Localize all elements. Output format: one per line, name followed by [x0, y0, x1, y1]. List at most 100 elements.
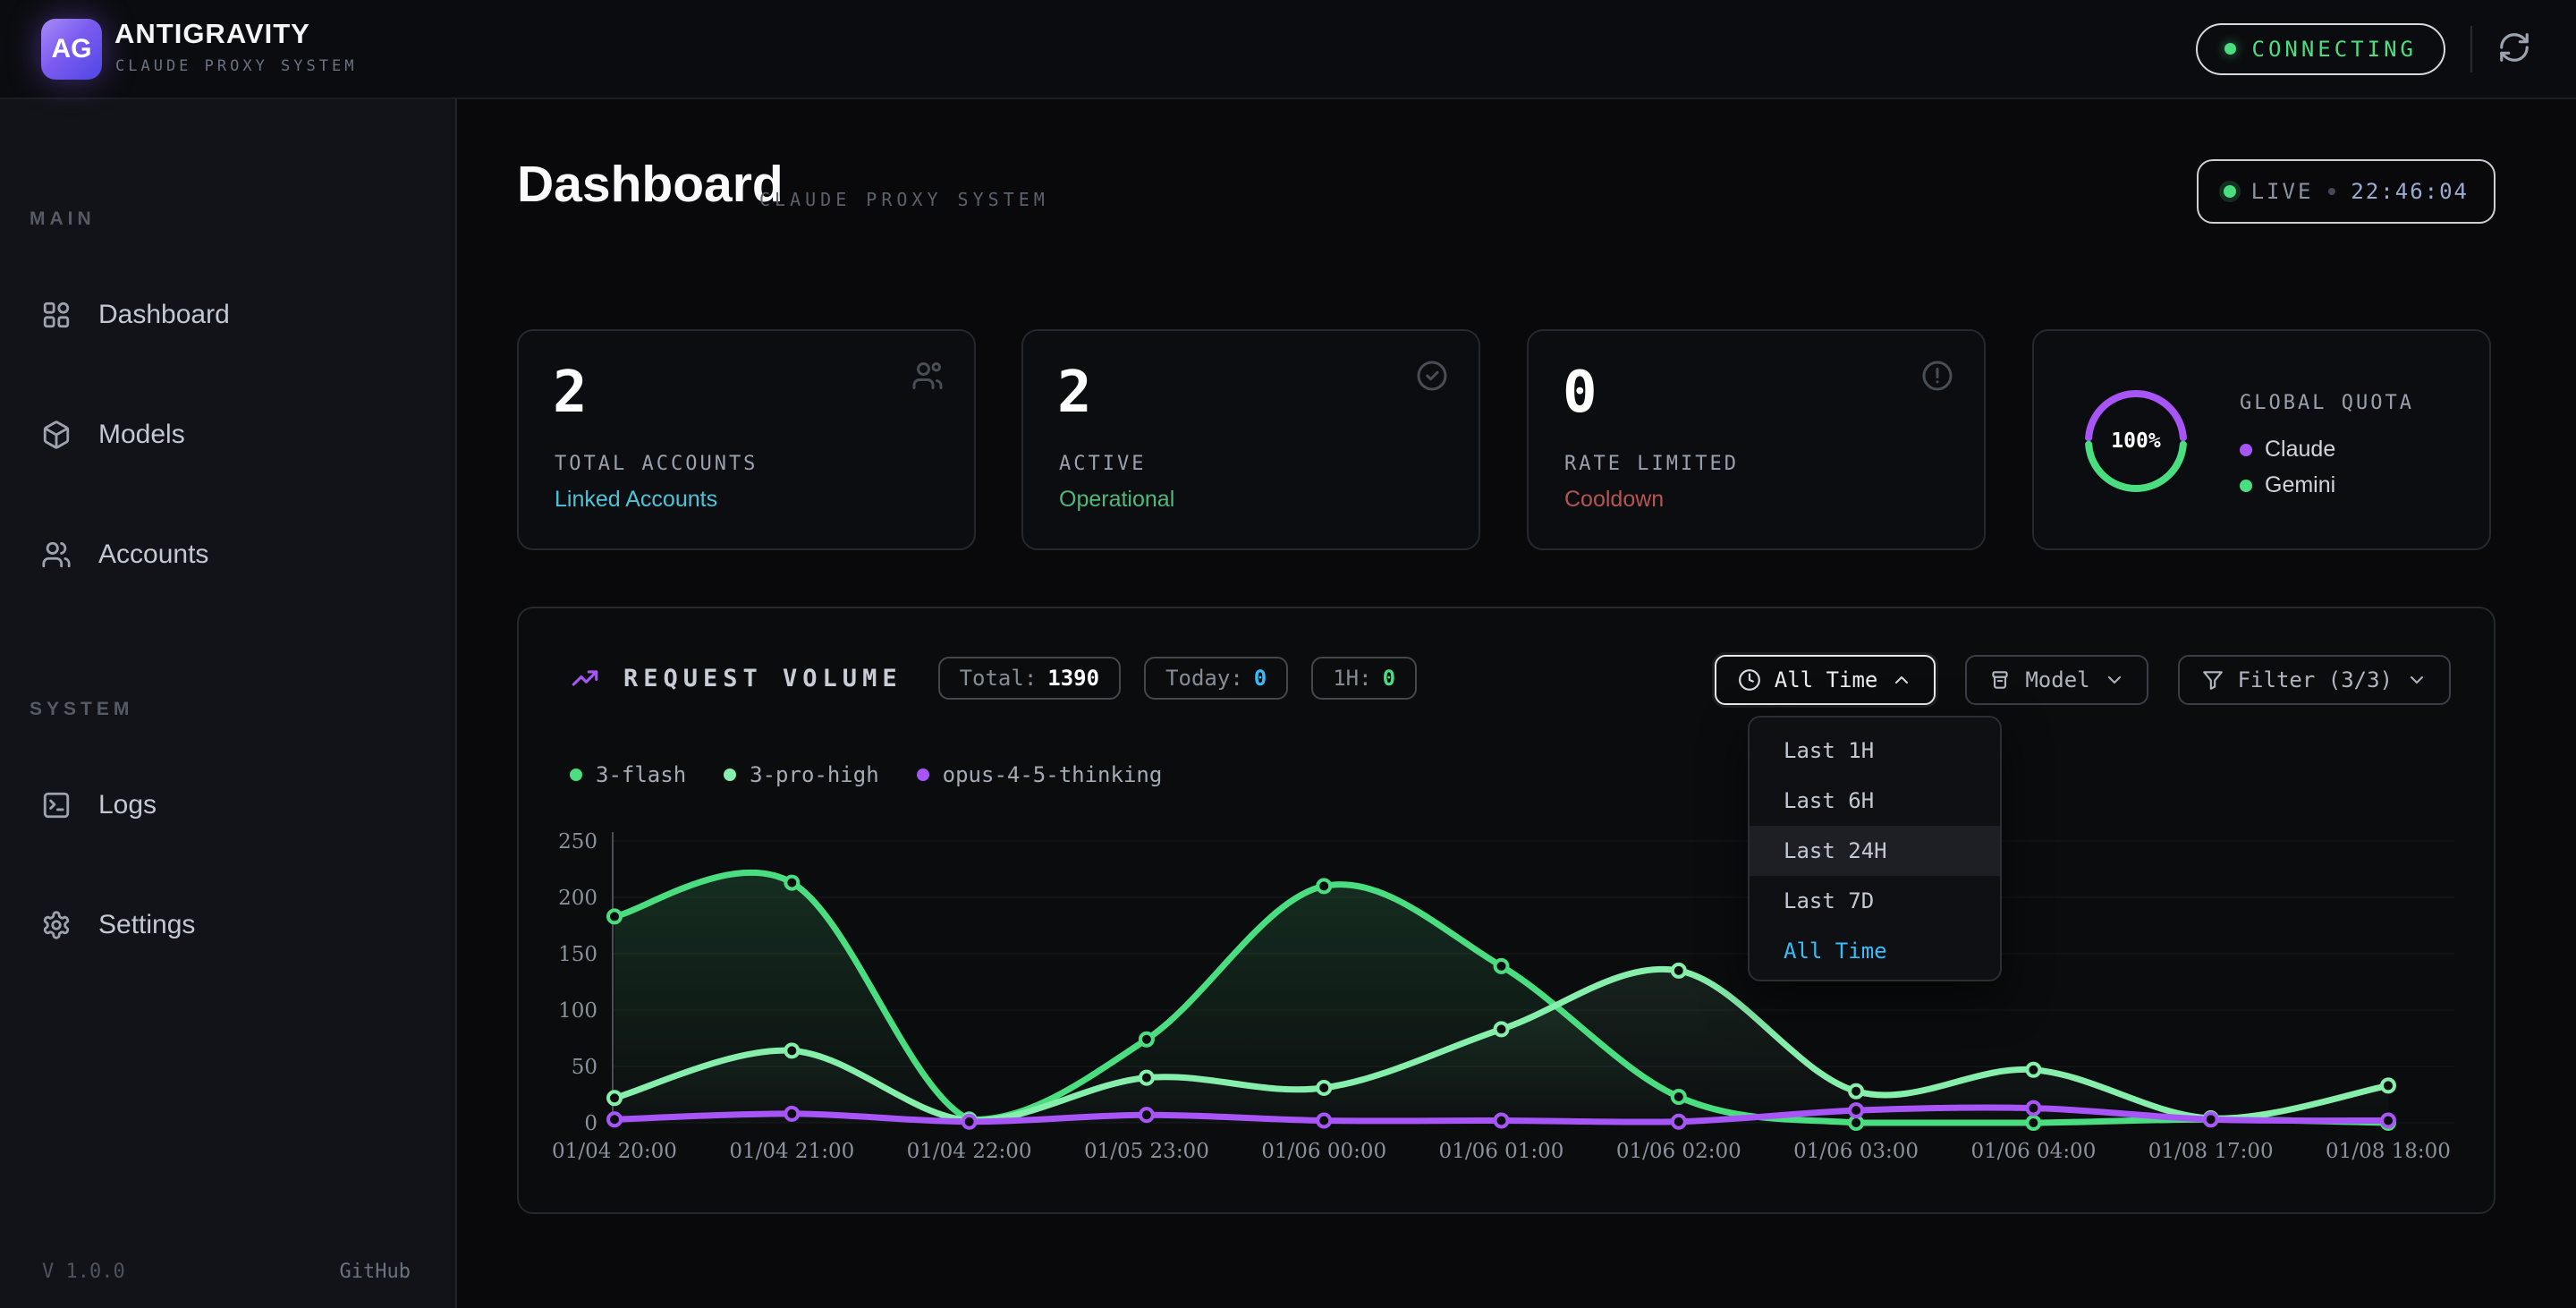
time-range-label: All Time [1775, 667, 1878, 692]
svg-text:01/05 23:00: 01/05 23:00 [1084, 1140, 1209, 1163]
dropdown-item-last-24h[interactable]: Last 24H [1750, 826, 2000, 876]
status-dot-icon [2224, 43, 2236, 55]
live-dot-icon [2224, 185, 2236, 198]
live-time: 22:46:04 [2351, 179, 2469, 204]
stat-card-active: 2 ACTIVE Operational [1021, 329, 1480, 550]
filter-button[interactable]: Filter (3/3) [2178, 655, 2451, 705]
model-filter-label: Model [2025, 667, 2089, 692]
sidebar-section-main: MAIN [30, 208, 96, 230]
dropdown-item-all-time[interactable]: All Time [1750, 926, 2000, 976]
users-icon [41, 539, 72, 570]
app-title: ANTIGRAVITY [114, 18, 310, 50]
chevron-down-icon [2104, 669, 2125, 691]
page-title: Dashboard [517, 155, 784, 214]
connection-status-badge: CONNECTING [2196, 23, 2446, 75]
time-range-dropdown: Last 1H Last 6H Last 24H Last 7D All Tim… [1748, 716, 2002, 981]
refresh-button[interactable] [2497, 30, 2531, 67]
legend-label: 3-pro-high [750, 762, 879, 787]
model-filter-button[interactable]: Model [1965, 655, 2148, 705]
users-icon [911, 360, 944, 392]
sidebar-item-accounts[interactable]: Accounts [13, 525, 443, 584]
stat-sublabel: Linked Accounts [555, 487, 717, 513]
connection-status-label: CONNECTING [2252, 37, 2418, 62]
svg-text:01/04 21:00: 01/04 21:00 [729, 1140, 854, 1163]
badge-value: 0 [1383, 666, 1395, 691]
stat-label: ACTIVE [1059, 453, 1146, 475]
quota-legend-gemini: Gemini [2240, 472, 2335, 498]
stat-sublabel: Cooldown [1564, 487, 1664, 513]
dropdown-item-last-6h[interactable]: Last 6H [1750, 776, 2000, 826]
stat-label: TOTAL ACCOUNTS [555, 453, 758, 475]
svg-text:01/08 17:00: 01/08 17:00 [2148, 1140, 2274, 1163]
gear-icon [41, 910, 72, 940]
svg-text:01/06 01:00: 01/06 01:00 [1439, 1140, 1564, 1163]
topbar: AG ANTIGRAVITY CLAUDE PROXY SYSTEM CONNE… [0, 0, 2576, 99]
svg-text:01/04 20:00: 01/04 20:00 [552, 1140, 677, 1163]
page-subtitle: CLAUDE PROXY SYSTEM [759, 189, 1049, 210]
legend-label: opus-4-5-thinking [943, 762, 1163, 787]
request-volume-card: REQUEST VOLUME Total: 1390 Today: 0 1H: … [517, 607, 2496, 1214]
badge-label: Total: [960, 666, 1038, 691]
chart-header: REQUEST VOLUME Total: 1390 Today: 0 1H: … [570, 653, 1417, 703]
svg-text:100: 100 [558, 999, 597, 1023]
quota-legend-claude: Claude [2240, 437, 2335, 463]
check-circle-icon [1416, 360, 1448, 392]
svg-text:0: 0 [584, 1112, 597, 1135]
logo-text: AG [52, 34, 92, 64]
badge-label: 1H: [1333, 666, 1371, 691]
live-status-badge: LIVE 22:46:04 [2197, 159, 2496, 224]
quota-percent: 100% [2080, 386, 2191, 497]
terminal-icon [41, 790, 72, 820]
sidebar-item-settings[interactable]: Settings [13, 896, 443, 955]
app-logo: AG [41, 19, 102, 80]
filter-label: Filter (3/3) [2238, 667, 2393, 692]
dropdown-item-last-7d[interactable]: Last 7D [1750, 876, 2000, 926]
svg-text:01/04 22:00: 01/04 22:00 [907, 1140, 1032, 1163]
dropdown-item-last-1h[interactable]: Last 1H [1750, 726, 2000, 776]
time-range-button[interactable]: All Time [1715, 655, 1936, 705]
svg-text:01/06 02:00: 01/06 02:00 [1616, 1140, 1741, 1163]
refresh-icon [2497, 30, 2531, 67]
chart-controls: All Time Model [1715, 655, 2451, 705]
series-dot-icon [724, 769, 736, 781]
cube-icon [41, 420, 72, 450]
svg-text:150: 150 [558, 943, 597, 966]
svg-text:50: 50 [572, 1056, 597, 1079]
sidebar-item-label: Logs [98, 790, 157, 820]
live-label: LIVE [2251, 179, 2314, 204]
sidebar-item-models[interactable]: Models [13, 405, 443, 464]
legend-label: 3-flash [596, 762, 686, 787]
alert-circle-icon [1921, 360, 1953, 392]
stat-sublabel: Operational [1059, 487, 1174, 513]
global-quota-card: 100% GLOBAL QUOTA Claude Gemini [2032, 329, 2491, 550]
sidebar-item-logs[interactable]: Logs [13, 776, 443, 835]
trending-up-icon [570, 663, 600, 693]
request-volume-chart: 05010015020025001/04 20:0001/04 21:0001/… [519, 807, 2497, 1216]
sidebar: MAIN Dashboard Models Accounts SYSTEM Lo [0, 99, 457, 1308]
app-subtitle: CLAUDE PROXY SYSTEM [115, 57, 357, 75]
svg-text:250: 250 [558, 830, 597, 854]
svg-text:01/06 03:00: 01/06 03:00 [1793, 1140, 1919, 1163]
clock-icon [1738, 668, 1761, 692]
stat-value: 2 [553, 360, 588, 426]
sidebar-section-system: SYSTEM [30, 699, 133, 720]
stat-label: RATE LIMITED [1564, 453, 1739, 475]
sidebar-item-dashboard[interactable]: Dashboard [13, 285, 443, 344]
hour-badge: 1H: 0 [1311, 657, 1417, 700]
quota-legend-label: Claude [2265, 437, 2335, 463]
today-badge: Today: 0 [1144, 657, 1288, 700]
badge-value: 0 [1254, 666, 1267, 691]
box-icon [1988, 668, 2012, 692]
stat-card-rate-limited: 0 RATE LIMITED Cooldown [1527, 329, 1986, 550]
stat-card-total-accounts: 2 TOTAL ACCOUNTS Linked Accounts [517, 329, 976, 550]
chart-title: REQUEST VOLUME [623, 665, 902, 692]
main-content: Dashboard CLAUDE PROXY SYSTEM LIVE 22:46… [458, 99, 2576, 1308]
app-root: AG ANTIGRAVITY CLAUDE PROXY SYSTEM CONNE… [0, 0, 2576, 1308]
svg-text:01/08 18:00: 01/08 18:00 [2326, 1140, 2451, 1163]
sidebar-item-label: Settings [98, 910, 195, 940]
stat-value: 2 [1057, 360, 1092, 426]
topbar-right: CONNECTING [2196, 0, 2532, 98]
github-link[interactable]: GitHub [340, 1261, 411, 1283]
chart-legend: 3-flash 3-pro-high opus-4-5-thinking [570, 762, 1162, 787]
separator-dot [2328, 188, 2335, 195]
